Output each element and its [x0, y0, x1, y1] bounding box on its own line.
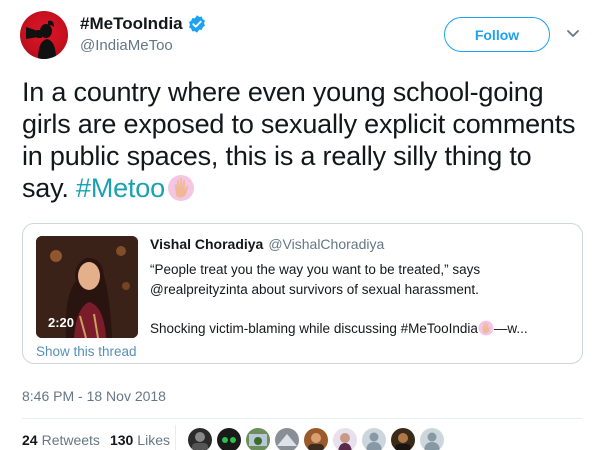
retweets-count[interactable]: 24 [22, 432, 38, 448]
default-avatar-icon [366, 432, 382, 450]
display-name[interactable]: #MeTooIndia [80, 14, 183, 34]
hashtag-link[interactable]: #Metoo [76, 173, 165, 203]
quoted-tweet[interactable]: 2:20 Vishal Choradiya @VishalChoradiya “… [22, 223, 583, 364]
liker-avatar[interactable] [333, 428, 357, 450]
quoted-text-line: “People treat you the way you want to be… [150, 262, 481, 277]
user-photo-icon [338, 433, 352, 450]
liker-avatar[interactable] [217, 428, 241, 450]
default-avatar-icon [424, 432, 440, 450]
user-photo-icon [222, 437, 236, 443]
liker-avatar[interactable] [362, 428, 386, 450]
video-thumbnail[interactable]: 2:20 [36, 236, 138, 338]
raised-hand-emoji-icon [167, 175, 194, 201]
quoted-text-line: Shocking victim-blaming while discussing… [150, 320, 528, 336]
user-photo-icon [308, 433, 324, 450]
avatar[interactable] [20, 11, 68, 59]
tweet-stats: 24 Retweets 130 Likes [22, 432, 180, 448]
name-row: #MeTooIndia [80, 14, 207, 34]
likes-label[interactable]: Likes [137, 432, 170, 448]
tweet-text: In a country where even young school-goi… [22, 76, 582, 204]
quoted-text-fragment: —w... [493, 321, 528, 336]
quoted-text-line: @realpreityzinta about survivors of sexu… [150, 282, 479, 297]
show-thread-link[interactable]: Show this thread [36, 344, 137, 359]
liker-avatars [188, 428, 449, 450]
likes-count[interactable]: 130 [110, 432, 133, 448]
user-photo-icon [277, 434, 297, 446]
tweet-header: #MeTooIndia @IndiaMeToo Follow [0, 0, 600, 70]
user-photo-icon [192, 432, 208, 450]
quoted-text-fragment: Shocking victim-blaming while discussing… [150, 321, 478, 336]
liker-avatar[interactable] [246, 428, 270, 450]
quoted-display-name[interactable]: Vishal Choradiya [150, 236, 263, 252]
user-photo-icon [395, 433, 411, 450]
video-duration: 2:20 [48, 315, 75, 330]
author-handle[interactable]: @IndiaMeToo [80, 37, 173, 54]
liker-avatar[interactable] [275, 428, 299, 450]
divider [22, 418, 582, 419]
retweets-label[interactable]: Retweets [42, 432, 100, 448]
tweet-timestamp[interactable]: 8:46 PM - 18 Nov 2018 [22, 388, 166, 404]
quoted-handle[interactable]: @VishalChoradiya [268, 236, 384, 252]
liker-avatar[interactable] [420, 428, 444, 450]
liker-avatar[interactable] [188, 428, 212, 450]
megaphone-silhouette-icon [26, 20, 56, 59]
verified-badge-icon [188, 15, 205, 33]
liker-avatar[interactable] [304, 428, 328, 450]
follow-button[interactable]: Follow [444, 17, 550, 52]
chevron-down-icon[interactable] [566, 29, 580, 39]
user-photo-icon [249, 434, 267, 446]
quoted-author: Vishal Choradiya @VishalChoradiya [150, 236, 384, 252]
stats-separator [175, 425, 176, 450]
liker-avatar[interactable] [391, 428, 415, 450]
raised-hand-emoji-icon [478, 320, 494, 336]
